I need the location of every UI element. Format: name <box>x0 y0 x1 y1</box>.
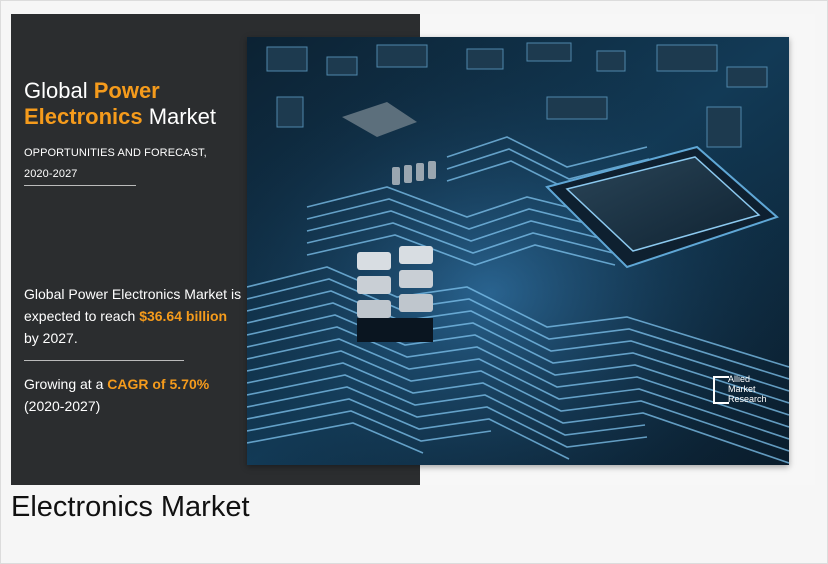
statement-suffix: by 2027. <box>24 330 78 346</box>
period-text: (2020-2027) <box>24 398 101 414</box>
title-text: Market <box>142 104 216 129</box>
logo-mark-icon <box>713 376 729 404</box>
title-accent: Electronics <box>24 104 143 129</box>
statement-text: Growing at a <box>24 376 108 392</box>
logo-line: Allied <box>728 374 751 384</box>
subtitle-line: OPPORTUNITIES AND FORECAST, <box>24 147 207 159</box>
market-value: $36.64 billion <box>139 308 228 324</box>
divider <box>24 185 136 186</box>
divider <box>24 360 184 361</box>
logo-text: Allied Market Research <box>728 374 767 404</box>
circuit-board-image: Allied Market Research <box>247 37 789 465</box>
subtitle-line: 2020-2027 <box>24 168 78 180</box>
cagr-statement: Growing at a CAGR of 5.70% (2020-2027) <box>24 373 254 417</box>
title-text: Global <box>24 78 94 103</box>
logo-line: Market <box>728 384 756 394</box>
logo-line: Research <box>728 394 767 404</box>
allied-market-research-logo: Allied Market Research <box>713 374 787 410</box>
cagr-value: CAGR of 5.70% <box>107 376 210 392</box>
infographic-title: Global Power Electronics Market <box>24 78 216 130</box>
infographic-subtitle: OPPORTUNITIES AND FORECAST, 2020-2027 <box>24 143 207 185</box>
title-accent: Power <box>93 78 160 103</box>
circuit-board-illustration <box>247 37 789 465</box>
image-caption: Electronics Market <box>11 491 250 523</box>
market-size-statement: Global Power Electronics Market is expec… <box>24 283 244 349</box>
